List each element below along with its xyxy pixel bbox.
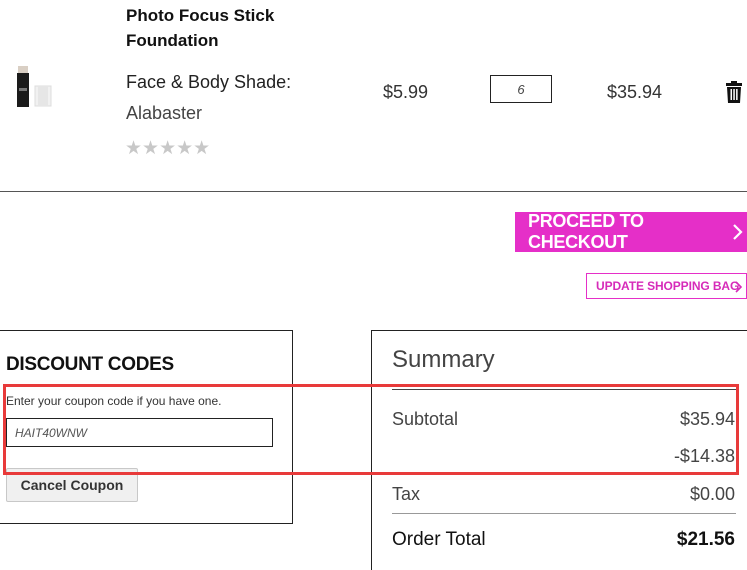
checkout-label: PROCEED TO CHECKOUT bbox=[528, 211, 644, 252]
product-name[interactable]: Photo Focus Stick Foundation bbox=[126, 3, 326, 53]
highlight-box bbox=[3, 384, 739, 475]
tax-label: Tax bbox=[392, 484, 421, 504]
unit-price: $5.99 bbox=[383, 82, 429, 102]
rating-stars[interactable]: ★★★★★ bbox=[125, 137, 210, 160]
chevron-right-icon bbox=[735, 281, 743, 293]
trash-icon bbox=[726, 81, 742, 103]
summary-divider bbox=[392, 513, 736, 514]
summary-title: Summary bbox=[392, 346, 495, 373]
quantity-input[interactable] bbox=[490, 75, 552, 103]
shade-label: Face & Body Shade: bbox=[126, 72, 292, 92]
proceed-to-checkout-button[interactable]: PROCEED TO CHECKOUT bbox=[515, 211, 747, 252]
order-total-label: Order Total bbox=[392, 529, 486, 550]
product-thumbnail[interactable] bbox=[14, 62, 54, 110]
line-total: $35.94 bbox=[607, 82, 663, 102]
tax-value: $0.00 bbox=[689, 484, 735, 504]
update-label: UPDATE SHOPPING BAG bbox=[596, 279, 740, 293]
discount-codes-title: DISCOUNT CODES bbox=[6, 354, 174, 375]
order-total-value: $21.56 bbox=[676, 529, 735, 550]
update-shopping-bag-button[interactable]: UPDATE SHOPPING BAG bbox=[586, 273, 747, 299]
remove-item-button[interactable] bbox=[725, 81, 743, 103]
shade-value: Alabaster bbox=[126, 103, 203, 123]
chevron-right-icon bbox=[733, 224, 743, 240]
foundation-stick-icon bbox=[17, 66, 52, 107]
divider bbox=[0, 191, 747, 192]
